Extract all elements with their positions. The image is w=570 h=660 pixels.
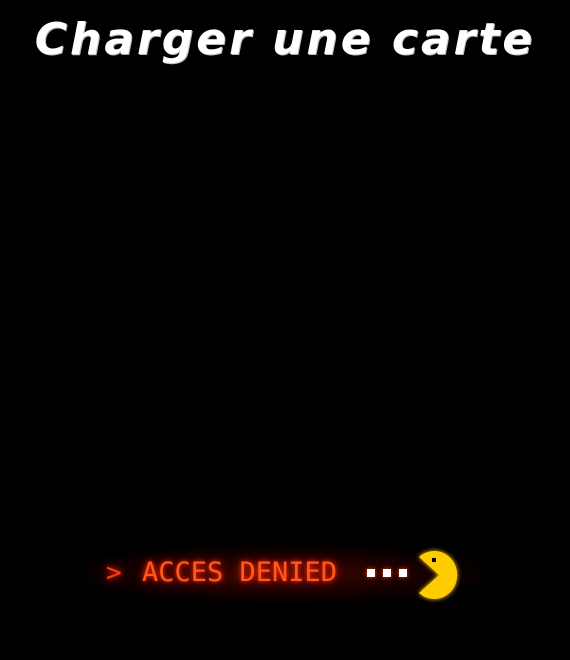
access-denied-message: > ACCES DENIED — [88, 538, 480, 608]
pellet-dot — [367, 569, 375, 577]
pellet-dot — [383, 569, 391, 577]
game-screen: Charger une carte > ACCES DENIED — [0, 0, 570, 660]
pacman-icon — [419, 551, 458, 599]
status-text: ACCES DENIED — [142, 557, 338, 588]
prompt-chevron: > — [106, 558, 122, 588]
pellet-dot — [399, 569, 407, 577]
pellet-dots — [367, 569, 411, 577]
screen-title: Charger une carte — [34, 14, 536, 65]
